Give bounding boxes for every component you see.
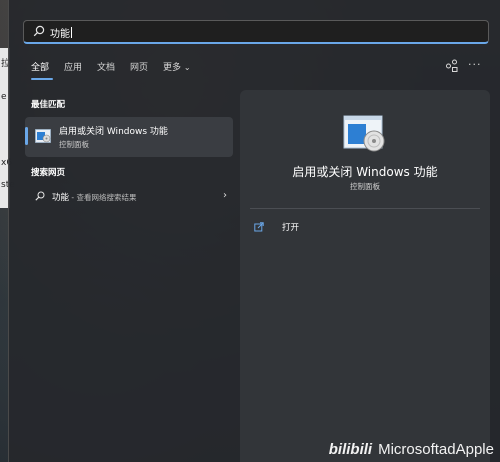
text-caret	[71, 27, 72, 38]
tab-apps[interactable]: 应用	[64, 60, 82, 73]
search-input[interactable]: 功能	[23, 20, 489, 44]
tab-more[interactable]: 更多 ⌄	[163, 60, 191, 73]
best-match-subtitle: 控制面板	[59, 140, 89, 149]
search-icon	[35, 191, 45, 201]
open-label: 打开	[282, 223, 300, 233]
more-options-icon[interactable]: ···	[468, 58, 482, 71]
share-icon[interactable]	[445, 59, 459, 73]
best-match-heading: 最佳匹配	[31, 100, 66, 110]
watermark: bilibili MicrosoftadApple	[329, 441, 494, 458]
best-match-result[interactable]: 启用或关闭 Windows 功能 控制面板	[25, 117, 233, 157]
windows-features-icon	[35, 129, 51, 143]
detail-title: 启用或关闭 Windows 功能	[292, 165, 438, 179]
bg-text-2: e	[1, 92, 7, 102]
chevron-right-icon: ›	[223, 190, 227, 201]
start-search-menu: 功能 全部 应用 文档 网页 更多 ⌄ ··· 最佳匹配 启用或关闭 Windo…	[8, 0, 500, 462]
best-match-name: 启用或关闭 Windows 功能	[59, 127, 168, 137]
result-detail-panel: 启用或关闭 Windows 功能 控制面板 打开	[240, 90, 490, 462]
detail-subtitle: 控制面板	[350, 182, 380, 191]
web-search-heading: 搜索网页	[31, 168, 66, 178]
active-tab-indicator	[31, 78, 53, 80]
watermark-text: MicrosoftadApple	[378, 441, 494, 458]
windows-features-icon	[343, 115, 385, 152]
bilibili-logo: bilibili	[328, 441, 373, 458]
tab-web[interactable]: 网页	[130, 60, 148, 73]
web-search-result[interactable]: 功能 - 查看网络搜索结果 ›	[25, 186, 233, 208]
chevron-down-icon: ⌄	[183, 63, 191, 72]
tab-documents[interactable]: 文档	[97, 60, 115, 73]
search-icon	[33, 25, 45, 37]
open-external-icon	[254, 222, 264, 232]
selection-indicator	[25, 127, 28, 145]
search-query: 功能	[50, 27, 72, 40]
web-search-text: 功能 - 查看网络搜索结果	[52, 193, 137, 203]
divider	[250, 208, 480, 209]
tab-all[interactable]: 全部	[31, 60, 49, 73]
